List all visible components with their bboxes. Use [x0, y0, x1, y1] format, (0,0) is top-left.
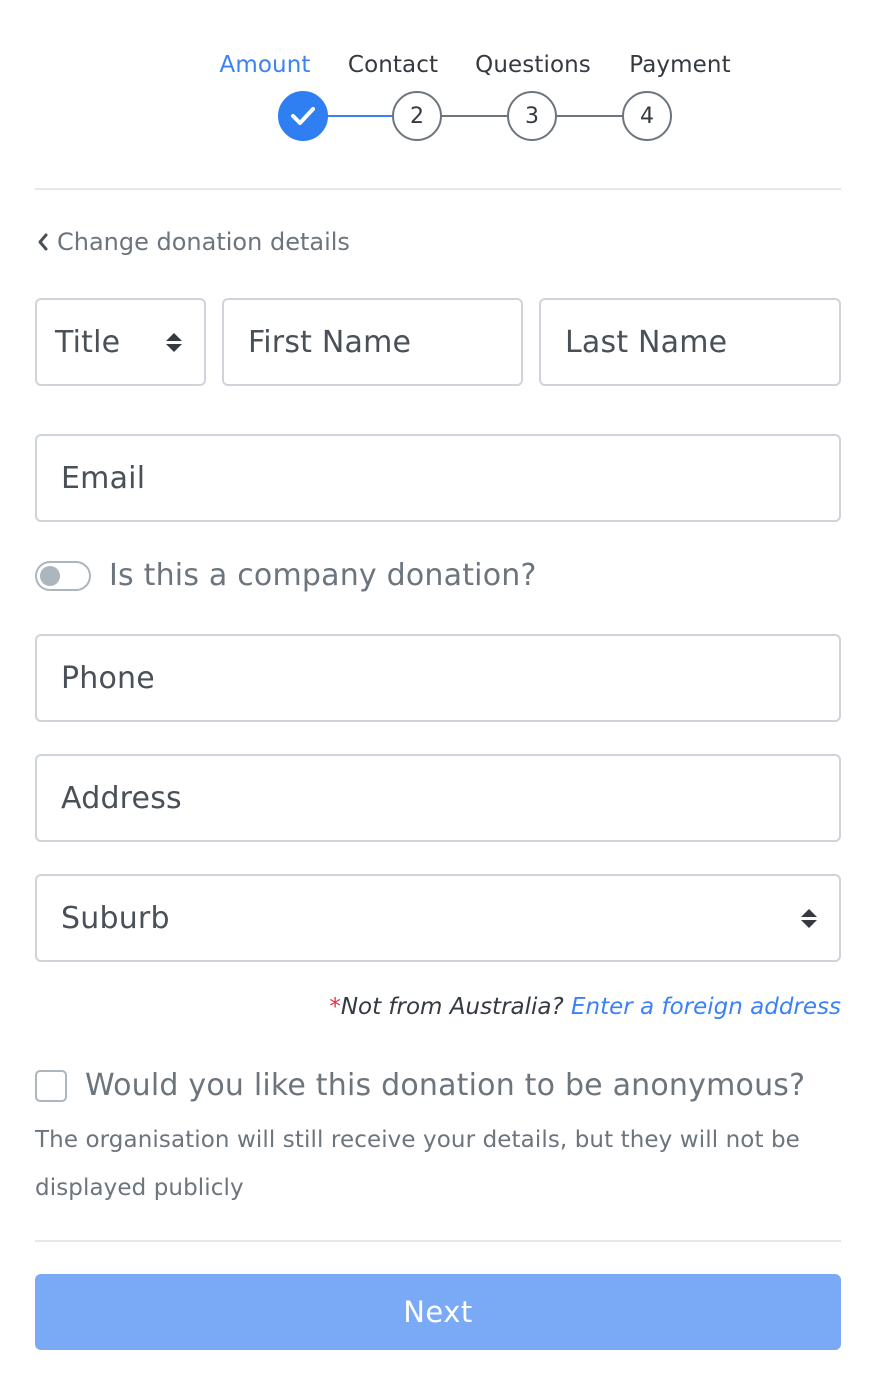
- anonymous-label[interactable]: Would you like this donation to be anony…: [85, 1068, 805, 1103]
- chevron-left-icon: [38, 233, 48, 251]
- address-placeholder: Address: [61, 780, 182, 816]
- next-button[interactable]: Next: [35, 1274, 841, 1350]
- step-connector-3: [556, 115, 624, 117]
- foreign-address-note: *Not from Australia? Enter a foreign add…: [329, 994, 841, 1020]
- phone-placeholder: Phone: [61, 660, 155, 696]
- step-2-circle[interactable]: 2: [392, 91, 442, 141]
- title-select[interactable]: Title: [35, 298, 206, 386]
- step-3-circle[interactable]: 3: [507, 91, 557, 141]
- step-connector-2: [441, 115, 509, 117]
- first-name-input[interactable]: First Name: [222, 298, 523, 386]
- step-label-questions[interactable]: Questions: [475, 52, 591, 78]
- change-donation-details-label: Change donation details: [57, 228, 350, 256]
- first-name-placeholder: First Name: [248, 324, 412, 360]
- check-icon: [291, 107, 315, 125]
- email-input[interactable]: Email: [35, 434, 841, 522]
- top-divider: [35, 188, 841, 190]
- company-donation-label[interactable]: Is this a company donation?: [109, 558, 537, 593]
- change-donation-details-link[interactable]: Change donation details: [37, 228, 350, 256]
- select-arrows-icon: [166, 332, 182, 352]
- anonymous-help-text: The organisation will still receive your…: [35, 1127, 800, 1201]
- toggle-knob: [40, 565, 60, 586]
- select-arrows-icon: [801, 908, 817, 928]
- step-label-amount[interactable]: Amount: [220, 52, 311, 78]
- phone-input[interactable]: Phone: [35, 634, 841, 722]
- step-1-complete[interactable]: [278, 91, 328, 141]
- company-donation-toggle[interactable]: [35, 560, 91, 591]
- step-label-contact[interactable]: Contact: [348, 52, 438, 78]
- title-select-value: Title: [55, 324, 121, 360]
- required-asterisk: *: [329, 994, 341, 1020]
- bottom-divider: [35, 1240, 841, 1242]
- foreign-address-prefix: Not from Australia?: [340, 994, 572, 1020]
- email-placeholder: Email: [61, 460, 146, 496]
- last-name-placeholder: Last Name: [565, 324, 728, 360]
- step-label-payment[interactable]: Payment: [629, 52, 730, 78]
- step-4-circle[interactable]: 4: [622, 91, 672, 141]
- suburb-select-value: Suburb: [61, 900, 170, 936]
- suburb-select[interactable]: Suburb: [35, 874, 841, 962]
- anonymous-row: Would you like this donation to be anony…: [35, 1068, 805, 1103]
- anonymous-checkbox[interactable]: [35, 1069, 67, 1102]
- company-donation-row: Is this a company donation?: [35, 558, 537, 593]
- foreign-address-link[interactable]: Enter a foreign address: [571, 994, 841, 1020]
- step-connector-1: [327, 115, 393, 117]
- last-name-input[interactable]: Last Name: [539, 298, 841, 386]
- address-input[interactable]: Address: [35, 754, 841, 842]
